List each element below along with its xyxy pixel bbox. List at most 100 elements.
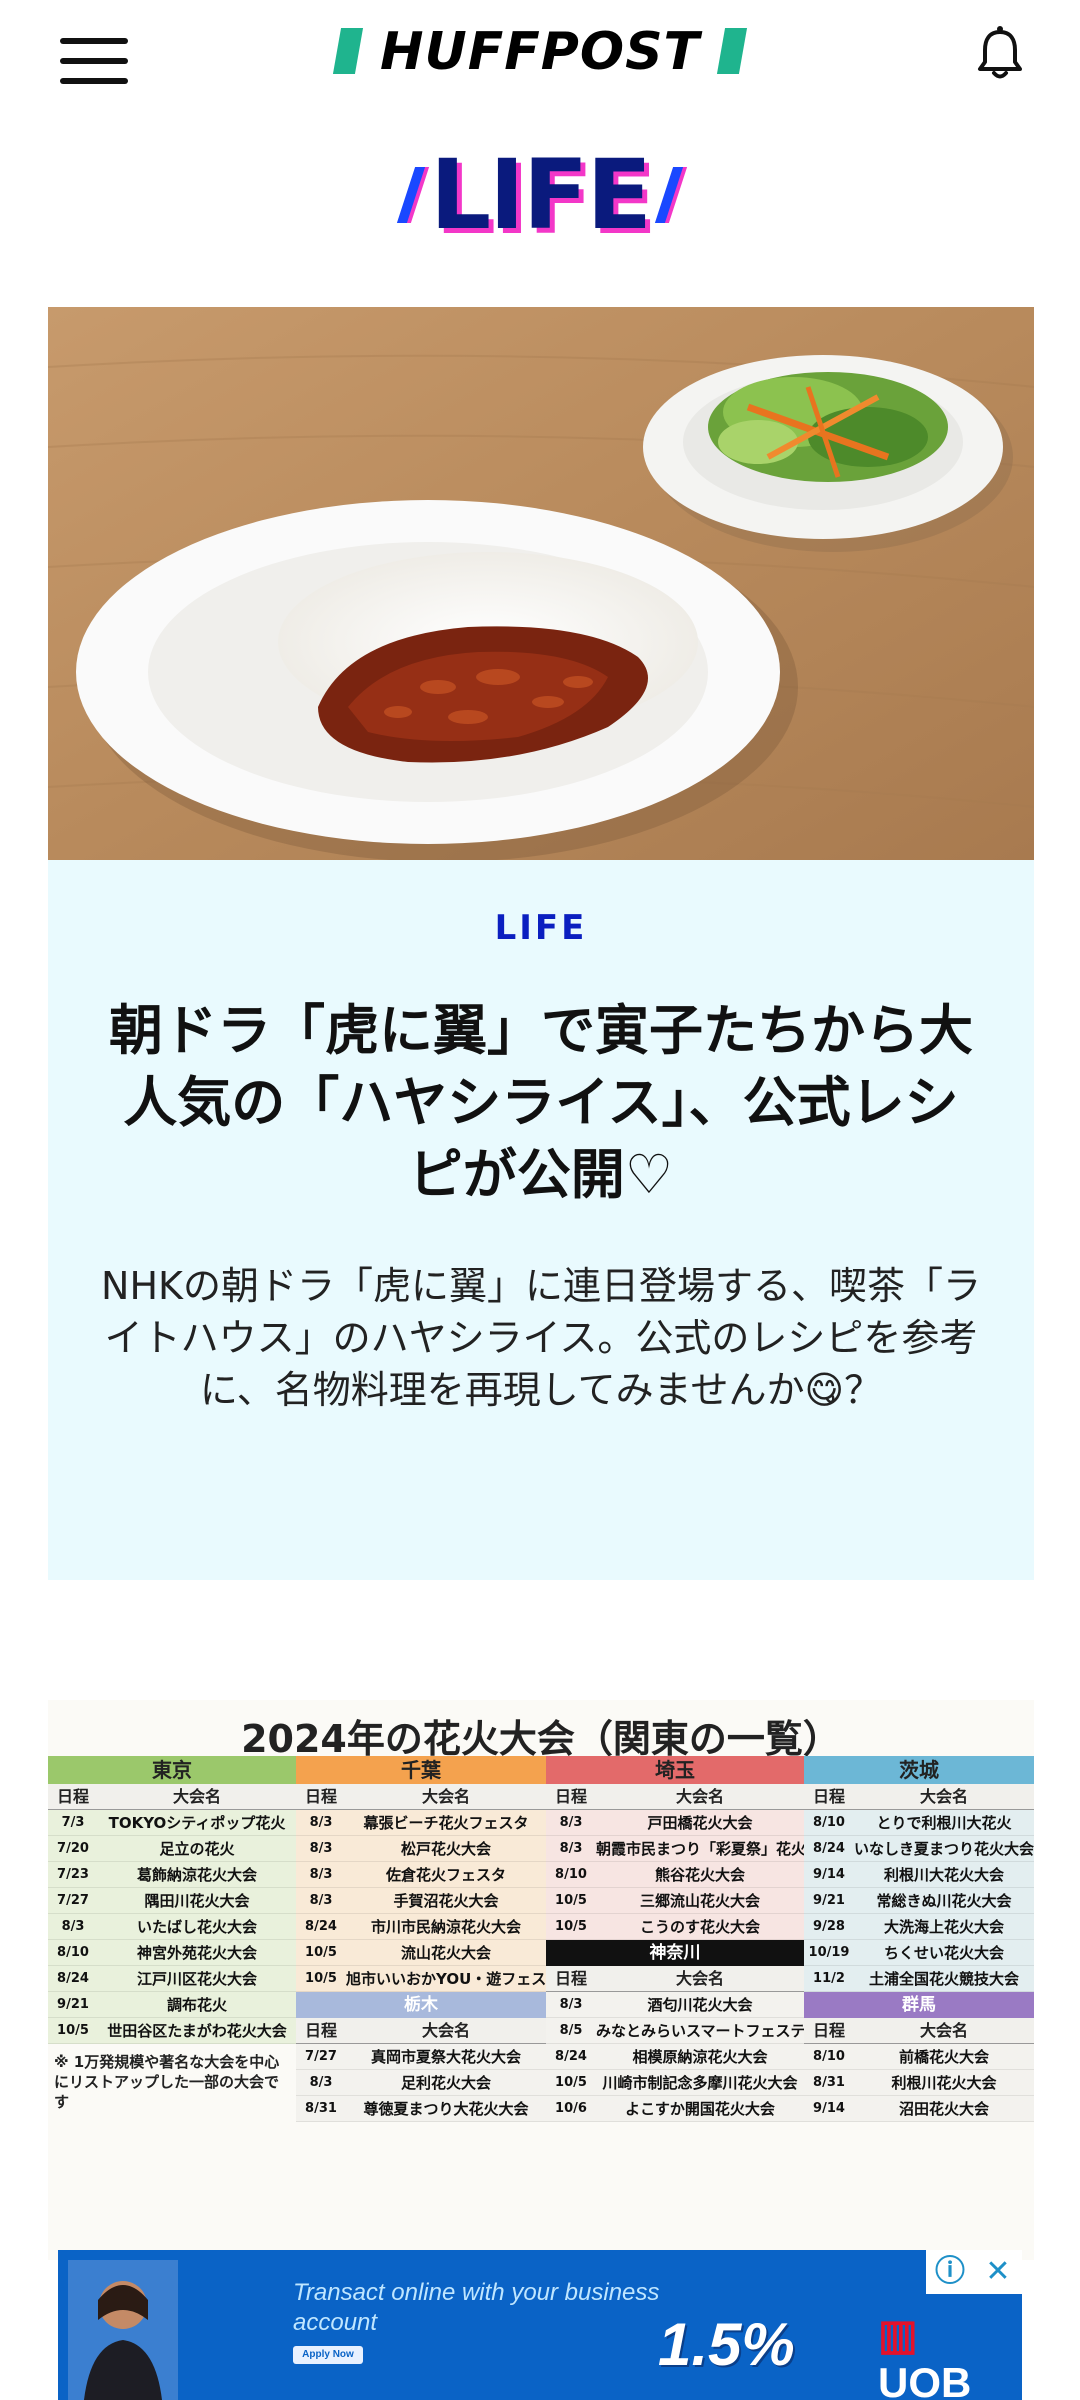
fireworks-row: 9/21 調布花火 <box>48 1992 296 2018</box>
fireworks-name: 足利花火大会 <box>400 2074 491 2092</box>
fireworks-date: 8/5 <box>559 2023 583 2038</box>
fireworks-row: 8/10 熊谷花火大会 <box>546 1862 804 1888</box>
date-header: 日程 <box>812 1787 845 1806</box>
fireworks-row: 7/23 葛飾納涼花火大会 <box>48 1862 296 1888</box>
fireworks-date: 9/21 <box>813 1893 845 1908</box>
article-description: NHKの朝ドラ「虎に翼」に連日登場する、喫茶「ライトハウス」のハヤシライス。公式… <box>101 1264 981 1412</box>
fireworks-subheader: 日程 大会名 <box>546 1784 804 1810</box>
fireworks-date: 10/5 <box>555 1893 587 1908</box>
fireworks-row: 8/10 とりで利根川大花火 <box>804 1810 1034 1836</box>
ad-headline: Transact online with your business accou… <box>293 2279 660 2336</box>
name-header: 大会名 <box>675 1787 724 1806</box>
article-category[interactable]: LIFE <box>48 908 1034 948</box>
fireworks-name: 幕張ビーチ花火フェスタ <box>363 1814 529 1832</box>
section-title-text: LIFE <box>429 139 652 251</box>
name-header: 大会名 <box>675 1969 724 1988</box>
fireworks-name: 利根川花火大会 <box>891 2074 997 2092</box>
date-header: 日程 <box>56 1787 89 1806</box>
fireworks-row: 10/5 旭市いいおかYOU・遊フェスティバル <box>296 1966 546 1992</box>
date-header: 日程 <box>554 1969 587 1988</box>
fireworks-date: 8/3 <box>309 1867 333 1882</box>
date-header: 日程 <box>304 2021 337 2040</box>
fireworks-name: 葛飾納涼花火大会 <box>136 1866 257 1884</box>
fireworks-name: 江戸川区花火大会 <box>136 1970 257 1988</box>
fireworks-date: 9/14 <box>813 1867 845 1882</box>
ad-apply-button[interactable]: Apply Now <box>293 2346 363 2364</box>
article-title[interactable]: 朝ドラ「虎に翼」で寅子たちから大人気の「ハヤシライス」、公式レシピが公開♡ <box>98 995 984 1211</box>
advertisement-banner[interactable]: Transact online with your business accou… <box>58 2250 1022 2400</box>
ad-rate: 1.5% <box>658 2311 795 2378</box>
fireworks-row: 8/31 尊徳夏まつり大花火大会 <box>296 2096 546 2122</box>
fireworks-row: 8/3 松戸花火大会 <box>296 1836 546 1862</box>
fireworks-date: 10/5 <box>305 1971 337 1986</box>
fireworks-row: 8/24 いなしき夏まつり花火大会 <box>804 1836 1034 1862</box>
fireworks-name: 市川市民納涼花火大会 <box>370 1918 521 1936</box>
fireworks-date: 8/10 <box>57 1945 89 1960</box>
fireworks-row: 9/14 利根川大花火大会 <box>804 1862 1034 1888</box>
fireworks-date: 8/24 <box>813 1841 845 1856</box>
fireworks-name: 尊徳夏まつり大花火大会 <box>363 2100 529 2118</box>
fireworks-column: 茨城 日程 大会名 8/10 とりで利根川大花火 8/24 いなしき夏まつり花火大会 9/14… <box>804 1756 1034 2256</box>
fireworks-row: 8/3 佐倉花火フェスタ <box>296 1862 546 1888</box>
info-icon[interactable]: ⓘ <box>926 2250 974 2294</box>
fireworks-row: 8/10 前橋花火大会 <box>804 2044 1034 2070</box>
fireworks-date: 8/3 <box>61 1919 85 1934</box>
fireworks-row: 8/3 手賀沼花火大会 <box>296 1888 546 1914</box>
fireworks-row: 9/14 沼田花火大会 <box>804 2096 1034 2122</box>
article-hero-image[interactable] <box>48 307 1034 860</box>
fireworks-name: いなしき夏まつり花火大会 <box>854 1840 1034 1858</box>
fireworks-name: よこすか開国花火大会 <box>625 2100 775 2118</box>
fireworks-name: 戸田橋花火大会 <box>647 1814 753 1832</box>
fireworks-name: 相模原納涼花火大会 <box>632 2048 768 2066</box>
fireworks-date: 8/3 <box>309 1893 333 1908</box>
close-icon[interactable]: ✕ <box>974 2250 1022 2294</box>
fireworks-name: いたばし花火大会 <box>136 1918 257 1936</box>
fireworks-row: 8/3 足利花火大会 <box>296 2070 546 2096</box>
fireworks-date: 7/27 <box>57 1893 89 1908</box>
fireworks-row: 8/24 市川市民納涼花火大会 <box>296 1914 546 1940</box>
fireworks-name: 沼田花火大会 <box>898 2100 989 2118</box>
fireworks-subregion-header: 神奈川 <box>546 1940 804 1966</box>
fireworks-region-header: 千葉 <box>296 1756 546 1784</box>
fireworks-subheader: 日程 大会名 <box>48 1784 296 1810</box>
fireworks-date: 8/3 <box>559 1997 583 2012</box>
fireworks-date: 8/3 <box>309 1841 333 1856</box>
fireworks-date: 10/5 <box>305 1945 337 1960</box>
fireworks-date: 8/24 <box>555 2049 587 2064</box>
fireworks-row: 8/24 江戸川区花火大会 <box>48 1966 296 1992</box>
fireworks-date: 10/5 <box>57 2023 89 2038</box>
fireworks-note: ※ 1万発規模や著名な大会を中心にリストアップした一部の大会です <box>54 2053 280 2111</box>
fireworks-row: 10/6 よこすか開国花火大会 <box>546 2096 804 2122</box>
huffpost-logo[interactable]: HUFFPOST <box>332 22 748 82</box>
bell-icon[interactable] <box>975 24 1025 84</box>
fireworks-row: 10/5 三郷流山花火大会 <box>546 1888 804 1914</box>
fireworks-schedule-image[interactable]: 2024年の花火大会（関東の一覧） 東京 日程 大会名 7/3 TOKYOシティポップ花… <box>48 1700 1034 2260</box>
fireworks-name: 三郷流山花火大会 <box>639 1892 760 1910</box>
section-title: LIFE <box>0 140 1080 250</box>
ad-brand-logo: ▥ UOB <box>878 2310 1022 2400</box>
hamburger-menu-icon[interactable] <box>60 36 130 86</box>
fireworks-date: 10/5 <box>555 1919 587 1934</box>
fireworks-date: 8/31 <box>813 2075 845 2090</box>
fireworks-row: 8/31 利根川花火大会 <box>804 2070 1034 2096</box>
fireworks-subheader: 日程 大会名 <box>296 2018 546 2044</box>
article-card: LIFE 朝ドラ「虎に翼」で寅子たちから大人気の「ハヤシライス」、公式レシピが公… <box>48 860 1034 1580</box>
fireworks-row: 8/3 戸田橋花火大会 <box>546 1810 804 1836</box>
slash-decoration-right <box>654 167 684 223</box>
fireworks-name: 朝霞市民まつり「彩夏祭」花火大会 <box>596 1840 804 1858</box>
logo-text: HUFFPOST <box>379 22 701 82</box>
fireworks-name: 松戸花火大会 <box>400 1840 491 1858</box>
fireworks-name: みなとみらいスマートフェスティバル <box>596 2022 804 2040</box>
fireworks-image-title: 2024年の花火大会（関東の一覧） <box>241 1717 841 1761</box>
fireworks-date: 9/28 <box>813 1919 845 1934</box>
fireworks-name: 前橋花火大会 <box>898 2048 989 2066</box>
fireworks-date: 8/3 <box>559 1815 583 1830</box>
fireworks-name: 隅田川花火大会 <box>144 1892 250 1910</box>
fireworks-date: 7/20 <box>57 1841 89 1856</box>
fireworks-column: 千葉日程 大会名 8/3 幕張ビーチ花火フェスタ 8/3 松戸花火大会 8/3 佐倉花火フェス… <box>296 1756 546 2256</box>
fireworks-date: 8/3 <box>309 2075 333 2090</box>
fireworks-row: 10/5 流山花火大会 <box>296 1940 546 1966</box>
fireworks-row: 8/5 みなとみらいスマートフェスティバル <box>546 2018 804 2044</box>
name-header: 大会名 <box>919 2021 968 2040</box>
ad-brand-mark: ▥ <box>878 2311 918 2358</box>
